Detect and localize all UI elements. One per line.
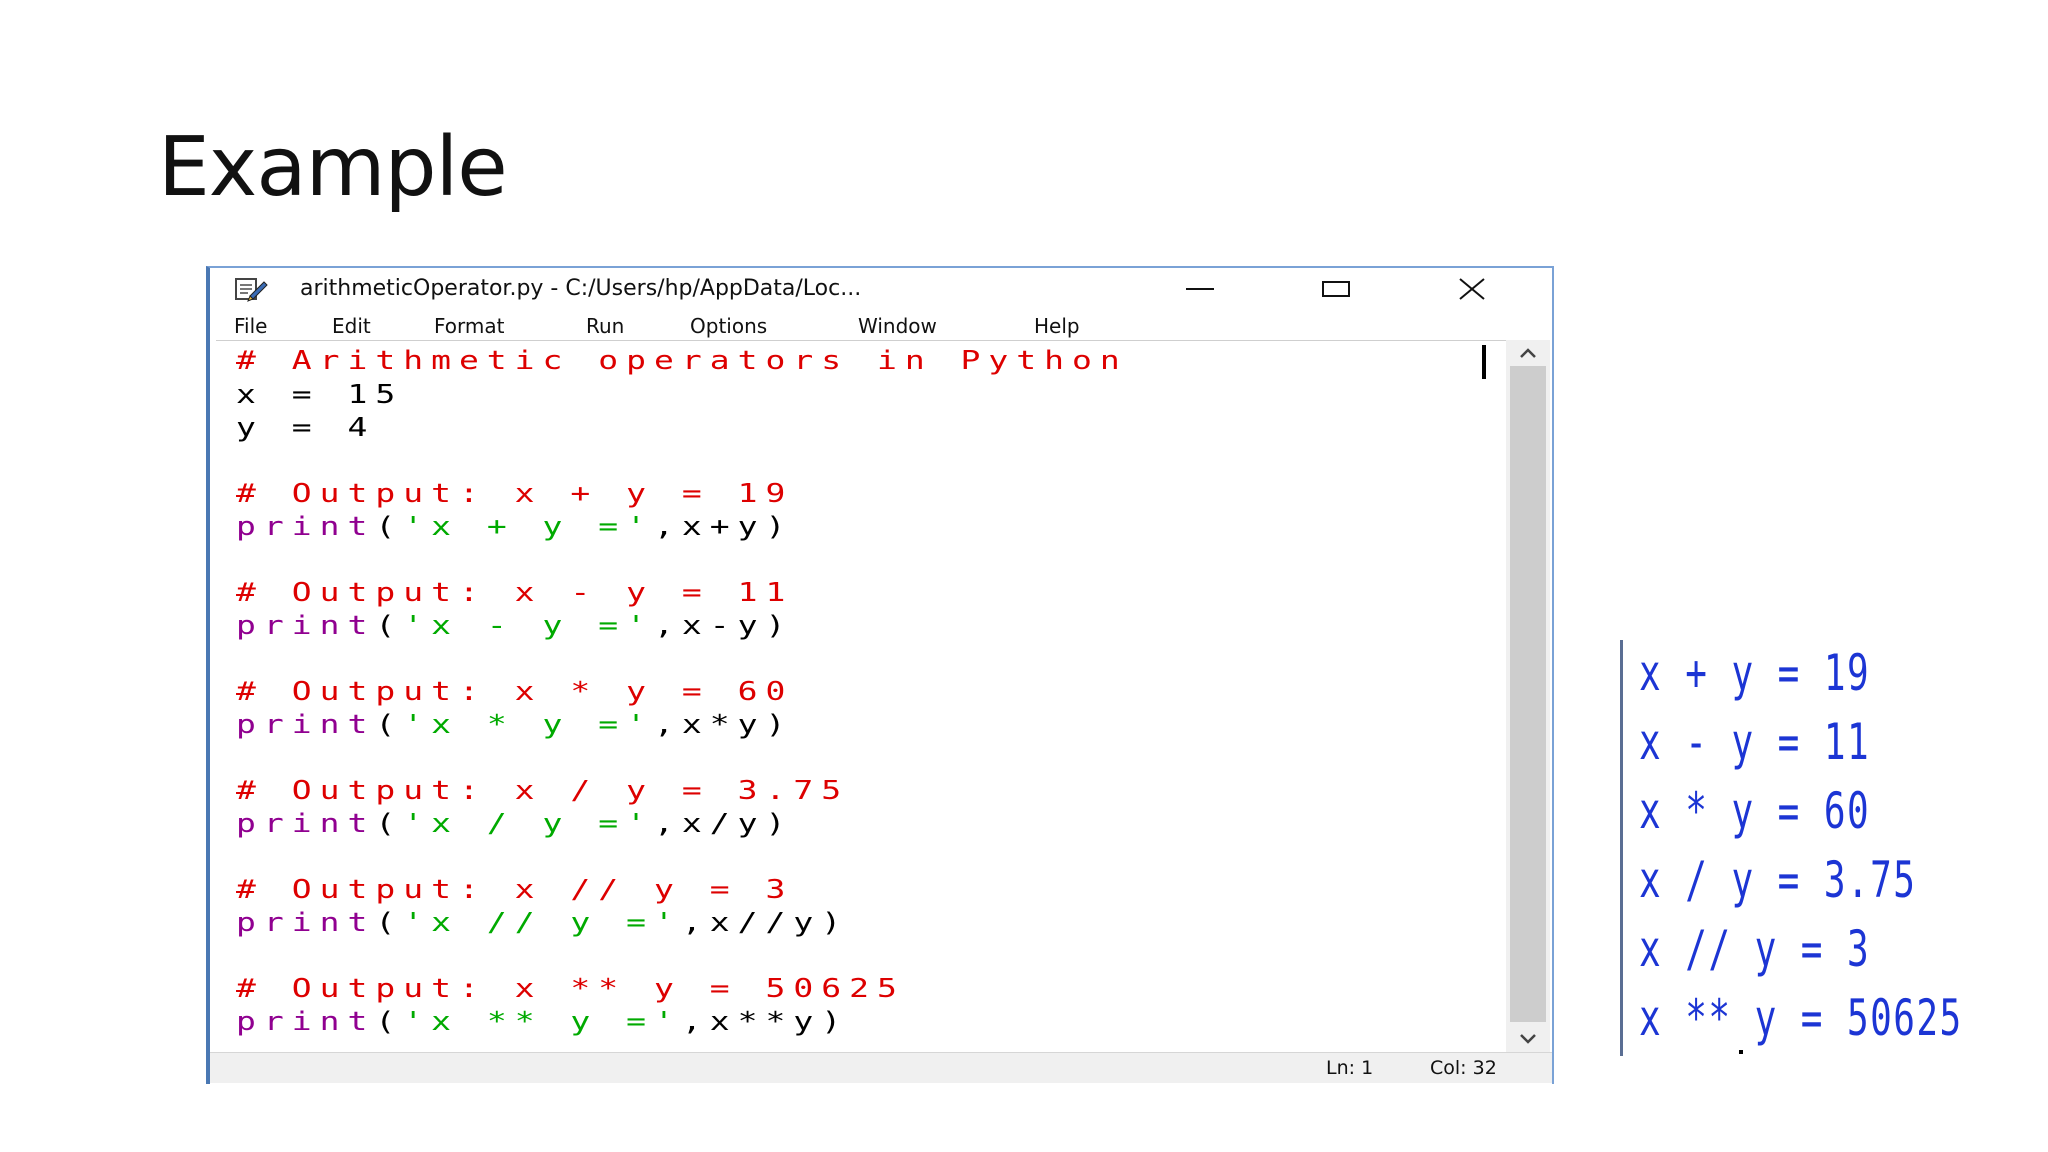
output-line-div: x / y = 3.75 <box>1639 851 1917 909</box>
menu-format[interactable]: Format <box>434 314 504 338</box>
print-args: ,x//y) <box>681 906 850 938</box>
scroll-down-button[interactable] <box>1506 1026 1550 1052</box>
code-print-floordiv: print('x // y =',x//y) <box>236 909 849 935</box>
print-args: ,x/y) <box>654 807 794 839</box>
print-args: ,x**y) <box>681 1005 850 1037</box>
string-literal: 'x // y =' <box>403 906 682 938</box>
output-line-add: x + y = 19 <box>1639 644 1871 702</box>
scroll-up-button[interactable] <box>1506 340 1550 366</box>
code-line-y: y = 4 <box>236 411 376 443</box>
code-line-x: x = 15 <box>236 378 404 410</box>
print-args: ,x-y) <box>654 609 794 641</box>
string-literal: 'x + y =' <box>403 510 655 542</box>
paren-open: ( <box>375 807 404 839</box>
paren-open: ( <box>375 510 404 542</box>
code-print-pow: print('x ** y =',x**y) <box>236 1008 849 1034</box>
print-keyword: print <box>236 510 376 542</box>
output-line-sub: x - y = 11 <box>1639 713 1871 771</box>
minimize-button[interactable] <box>1170 270 1230 308</box>
title-bar[interactable]: arithmeticOperator.py - C:/Users/hp/AppD… <box>210 268 1552 310</box>
menu-window[interactable]: Window <box>858 314 937 338</box>
code-comment-div: # Output: x / y = 3.75 <box>236 774 850 806</box>
maximize-button[interactable] <box>1306 270 1366 308</box>
code-comment-pow: # Output: x ** y = 50625 <box>236 972 905 1004</box>
chevron-up-icon <box>1520 348 1536 358</box>
output-line-floordiv: x // y = 3 <box>1639 920 1871 978</box>
code-comment-mul: # Output: x * y = 60 <box>236 675 794 707</box>
slide-title: Example <box>158 120 508 215</box>
menu-bar: File Edit Format Run Options Window Help <box>210 310 1552 340</box>
string-literal: 'x * y =' <box>403 708 655 740</box>
minimize-icon <box>1186 288 1214 290</box>
print-keyword: print <box>236 609 376 641</box>
scroll-thumb[interactable] <box>1510 366 1546 1022</box>
stray-dot <box>1739 1050 1743 1054</box>
code-print-add: print('x + y =',x+y) <box>236 513 793 539</box>
menu-options[interactable]: Options <box>690 314 767 338</box>
text-caret <box>1482 345 1486 379</box>
print-args: ,x+y) <box>654 510 794 542</box>
string-literal: 'x - y =' <box>403 609 655 641</box>
paren-open: ( <box>375 1005 404 1037</box>
close-button[interactable] <box>1442 270 1502 308</box>
paren-open: ( <box>375 708 404 740</box>
menu-file[interactable]: File <box>234 314 267 338</box>
idle-editor-window: arithmeticOperator.py - C:/Users/hp/AppD… <box>206 266 1554 1084</box>
code-print-div: print('x / y =',x/y) <box>236 810 793 836</box>
print-keyword: print <box>236 708 376 740</box>
code-line-comment-header: # Arithmetic operators in Python <box>236 344 1128 376</box>
python-file-icon <box>235 278 268 302</box>
menu-help[interactable]: Help <box>1034 314 1080 338</box>
status-line-number: Ln: 1 <box>1326 1057 1374 1079</box>
string-literal: 'x / y =' <box>403 807 655 839</box>
output-line-pow: x ** y = 50625 <box>1639 989 1963 1047</box>
print-keyword: print <box>236 807 376 839</box>
program-output: x + y = 19 x - y = 11 x * y = 60 x / y =… <box>1620 640 2023 1056</box>
status-bar: Ln: 1 Col: 32 <box>210 1052 1552 1083</box>
code-comment-sub: # Output: x - y = 11 <box>236 576 794 608</box>
print-keyword: print <box>236 906 376 938</box>
chevron-down-icon <box>1520 1034 1536 1044</box>
menu-run[interactable]: Run <box>586 314 624 338</box>
slide: Example arithmeticOperator.py - C:/Users… <box>0 0 2048 1152</box>
vertical-scrollbar[interactable] <box>1506 340 1550 1052</box>
code-print-mul: print('x * y =',x*y) <box>236 711 793 737</box>
output-line-mul: x * y = 60 <box>1639 782 1871 840</box>
menu-edit[interactable]: Edit <box>332 314 371 338</box>
paren-open: ( <box>375 609 404 641</box>
status-column-number: Col: 32 <box>1430 1057 1497 1079</box>
code-comment-floordiv: # Output: x // y = 3 <box>236 873 794 905</box>
code-editor[interactable]: # Arithmetic operators in Python x = 15 … <box>216 340 1506 1053</box>
window-title: arithmeticOperator.py - C:/Users/hp/AppD… <box>300 276 862 301</box>
maximize-icon <box>1322 281 1350 297</box>
print-args: ,x*y) <box>654 708 794 740</box>
paren-open: ( <box>375 906 404 938</box>
string-literal: 'x ** y =' <box>403 1005 682 1037</box>
print-keyword: print <box>236 1005 376 1037</box>
code-comment-add: # Output: x + y = 19 <box>236 477 794 509</box>
close-icon <box>1459 278 1485 300</box>
code-print-sub: print('x - y =',x-y) <box>236 612 793 638</box>
